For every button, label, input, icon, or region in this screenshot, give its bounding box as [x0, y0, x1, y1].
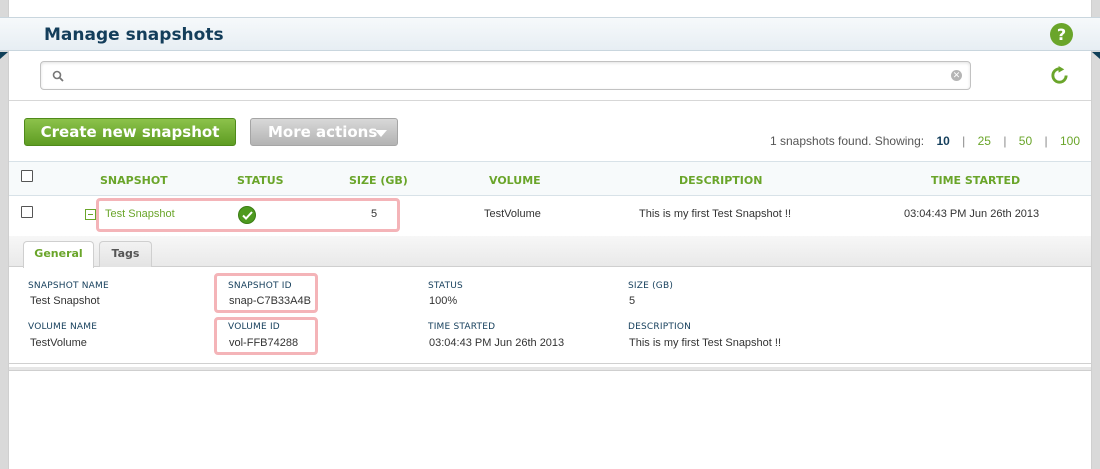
header-corner-right	[1092, 52, 1100, 59]
search-input[interactable]	[71, 66, 951, 86]
more-actions-label: More actions	[268, 123, 378, 141]
column-status[interactable]: STATUS	[237, 174, 284, 187]
page-title: Manage snapshots	[44, 25, 224, 45]
table-header: SNAPSHOT STATUS SIZE (GB) VOLUME DESCRIP…	[9, 161, 1091, 196]
value-snapshot-name: Test Snapshot	[30, 295, 100, 307]
value-time-started: 03:04:43 PM Jun 26th 2013	[429, 337, 565, 349]
column-size[interactable]: SIZE (GB)	[349, 174, 408, 187]
details-bottom-border	[9, 367, 1091, 371]
separator: |	[962, 134, 966, 148]
search-box[interactable]: ✕	[40, 61, 971, 90]
details-tabbar: General Tags	[9, 236, 1091, 268]
page-header: Manage snapshots ?	[0, 17, 1100, 59]
snapshot-description: This is my first Test Snapshot !!	[639, 208, 792, 220]
results-summary: 1 snapshots found. Showing: 10 | 25 | 50…	[770, 134, 1080, 148]
value-volume-name: TestVolume	[30, 337, 87, 349]
separator: |	[1044, 134, 1048, 148]
label-size: SIZE (GB)	[628, 281, 674, 291]
page-size-25[interactable]: 25	[978, 134, 991, 148]
snapshot-time-started: 03:04:43 PM Jun 26th 2013	[904, 208, 1040, 220]
value-size: 5	[629, 295, 636, 307]
label-volume-name: VOLUME NAME	[28, 322, 98, 332]
tab-tags[interactable]: Tags	[99, 241, 152, 267]
highlight-box	[214, 273, 318, 313]
more-actions-button[interactable]: More actions	[250, 118, 398, 146]
value-description: This is my first Test Snapshot !!	[629, 337, 782, 349]
separator: |	[1003, 134, 1007, 148]
tab-general[interactable]: General	[23, 241, 94, 268]
highlight-box	[96, 198, 400, 232]
label-description: DESCRIPTION	[628, 322, 692, 332]
help-icon[interactable]: ?	[1050, 23, 1073, 46]
collapse-icon[interactable]	[85, 209, 96, 220]
label-status: STATUS	[428, 281, 463, 291]
highlight-box	[214, 317, 318, 355]
select-all-checkbox[interactable]	[21, 170, 33, 182]
divider	[9, 100, 1091, 101]
label-time-started: TIME STARTED	[428, 322, 496, 332]
column-description[interactable]: DESCRIPTION	[679, 174, 762, 187]
search-icon	[52, 70, 64, 82]
label-snapshot-name: SNAPSHOT NAME	[28, 281, 109, 291]
results-count: 1 snapshots found. Showing:	[770, 134, 925, 148]
chevron-down-icon	[375, 130, 387, 137]
refresh-icon[interactable]	[1050, 66, 1069, 85]
page-size-100[interactable]: 100	[1060, 134, 1080, 148]
row-checkbox[interactable]	[21, 206, 33, 218]
header-corner-left	[0, 52, 8, 59]
page-size-50[interactable]: 50	[1019, 134, 1032, 148]
column-time-started[interactable]: TIME STARTED	[931, 174, 1020, 187]
create-snapshot-button[interactable]: Create new snapshot	[24, 118, 236, 146]
snapshot-volume: TestVolume	[484, 208, 541, 220]
snapshot-details: General Tags SNAPSHOT NAME Test Snapshot…	[9, 236, 1091, 364]
column-volume[interactable]: VOLUME	[489, 174, 541, 187]
page-size-10[interactable]: 10	[936, 134, 949, 148]
column-snapshot[interactable]: SNAPSHOT	[100, 174, 168, 187]
clear-icon[interactable]: ✕	[951, 70, 962, 81]
value-status: 100%	[429, 295, 458, 307]
